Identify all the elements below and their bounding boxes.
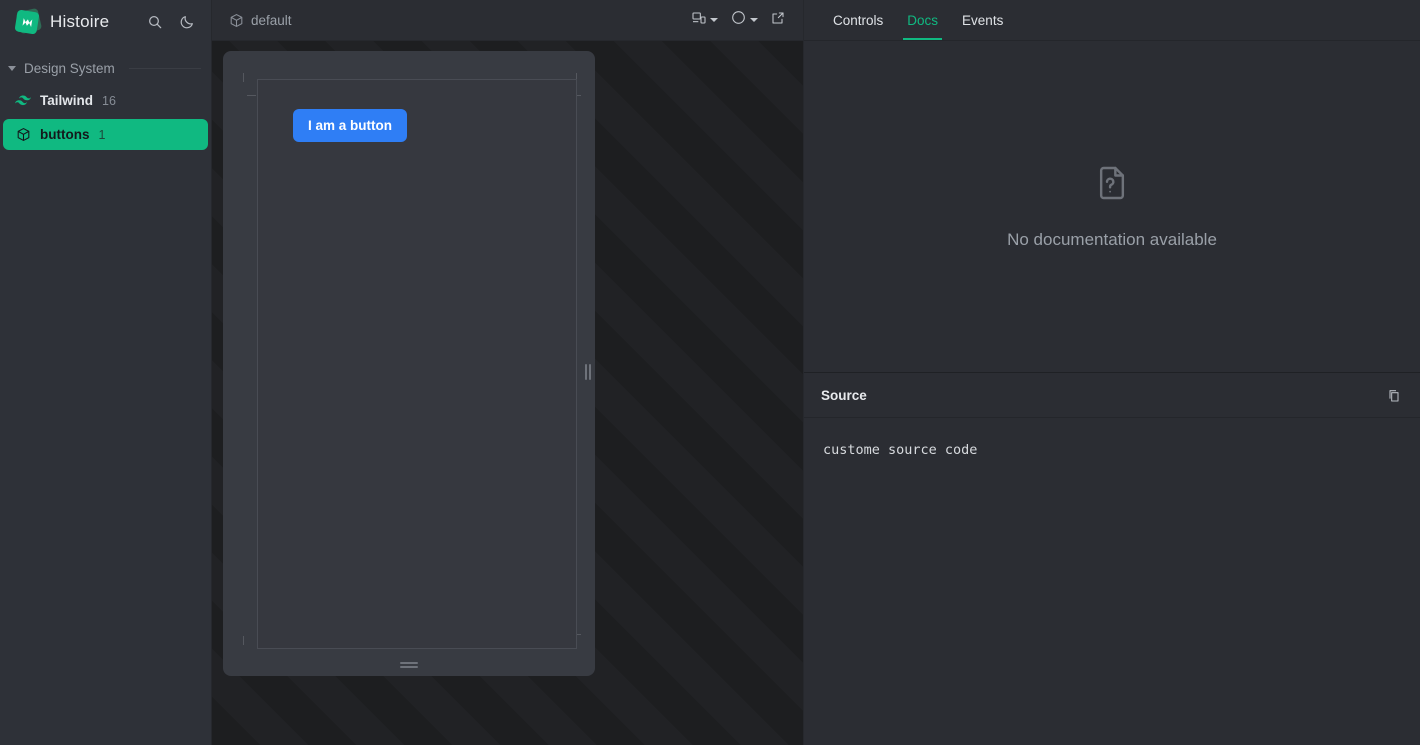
resize-handle-horizontal[interactable] (400, 661, 418, 668)
preview-column: default I am a button (212, 0, 804, 745)
triangle-down-icon (8, 65, 16, 71)
responsive-size-button[interactable] (687, 7, 722, 34)
sidebar: Histoire Design System Tailwind 16 butto… (0, 0, 212, 745)
sidebar-item-count: 16 (102, 93, 116, 108)
preview-toolbar: default (212, 0, 803, 41)
cube-icon (229, 13, 244, 28)
divider (128, 67, 201, 69)
histoire-logo (14, 7, 43, 35)
background-color-button[interactable] (726, 6, 762, 34)
source-code: custome source code (804, 418, 1420, 745)
sidebar-item-buttons[interactable]: buttons 1 (3, 119, 208, 150)
sidebar-item-label: Tailwind (40, 93, 93, 108)
brand-name: Histoire (50, 12, 110, 31)
circle-icon (730, 9, 747, 31)
source-panel-header: Source (804, 373, 1420, 418)
chevron-down-icon (710, 18, 718, 22)
sidebar-item-tailwind[interactable]: Tailwind 16 (3, 85, 208, 116)
tailwind-icon (15, 93, 31, 109)
docs-empty-text: No documentation available (1007, 230, 1217, 249)
preview-stage: I am a button (212, 41, 803, 745)
search-icon[interactable] (145, 12, 165, 32)
external-link-icon (770, 10, 786, 31)
resize-handle-vertical[interactable] (584, 363, 591, 381)
tab-events[interactable]: Events (950, 0, 1015, 40)
moon-icon[interactable] (177, 12, 197, 32)
file-question-icon (1092, 163, 1132, 208)
corner-tick (243, 73, 244, 82)
tab-controls[interactable]: Controls (821, 0, 895, 40)
corner-tick (247, 95, 256, 96)
responsive-icon (691, 10, 707, 31)
preview-panel: I am a button (223, 51, 595, 676)
open-in-new-tab-button[interactable] (766, 7, 790, 34)
sidebar-item-count: 1 (98, 127, 106, 142)
inspector-tabs: Controls Docs Events (804, 0, 1420, 41)
chevron-down-icon (750, 18, 758, 22)
app-root: Histoire Design System Tailwind 16 butto… (0, 0, 1420, 745)
copy-icon[interactable] (1384, 385, 1404, 405)
story-title: default (229, 13, 292, 28)
source-title: Source (821, 387, 867, 403)
sidebar-group-design-system[interactable]: Design System (0, 54, 211, 82)
docs-empty-state: No documentation available (804, 41, 1420, 373)
preview-toolbar-actions (687, 6, 790, 34)
story-title-label: default (251, 12, 292, 28)
sidebar-item-label: buttons (40, 127, 90, 142)
sidebar-header: Histoire (0, 0, 211, 44)
demo-button[interactable]: I am a button (293, 109, 407, 142)
logo-mark (14, 9, 40, 35)
inspector-panel: Controls Docs Events No documentation av… (804, 0, 1420, 745)
sidebar-group-label: Design System (24, 60, 115, 76)
sidebar-header-actions (145, 12, 197, 32)
cube-icon (15, 127, 31, 143)
tab-docs[interactable]: Docs (895, 0, 950, 40)
corner-tick (243, 636, 244, 645)
preview-iframe: I am a button (257, 79, 577, 649)
